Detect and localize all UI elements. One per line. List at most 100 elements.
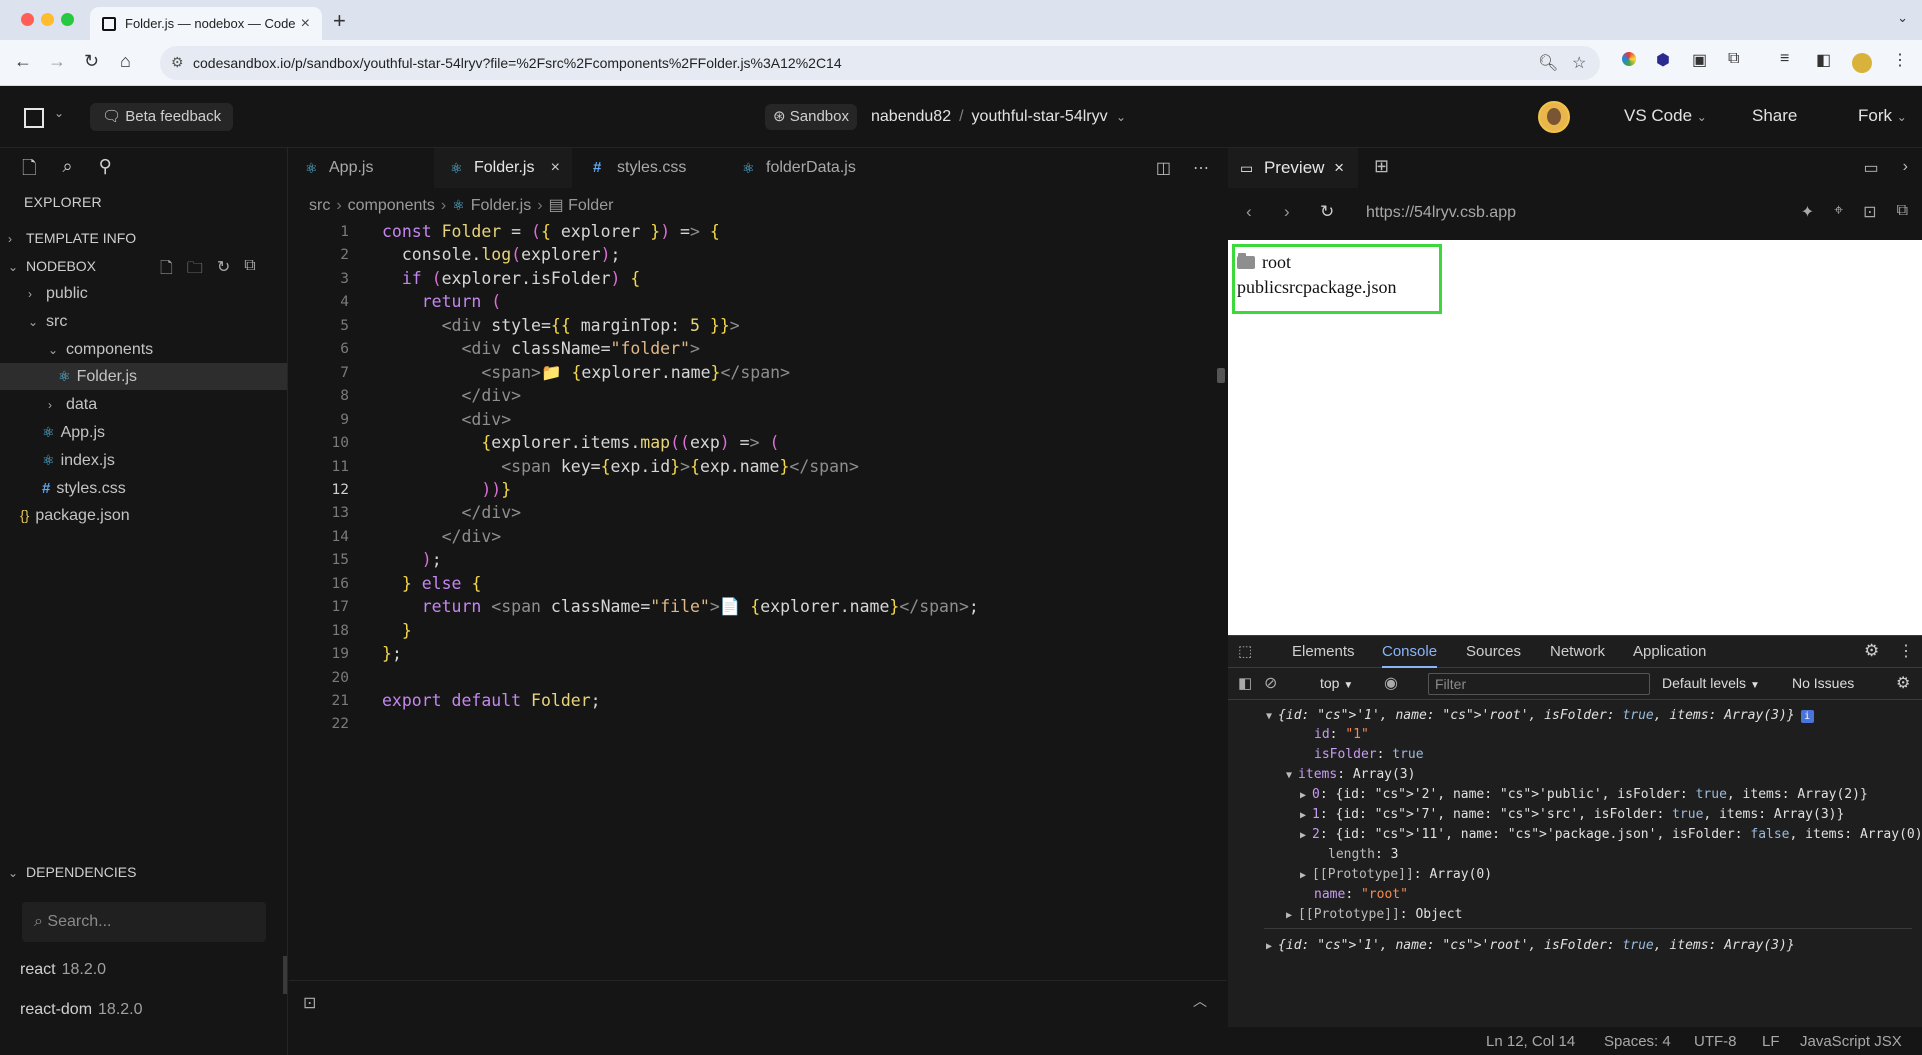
breadcrumb-item[interactable]: src [309,197,330,214]
more-actions-icon[interactable]: ⋯ [1193,158,1209,178]
site-info-icon[interactable]: ⚙ [171,54,184,71]
chevron-up-icon[interactable]: ︿ [1193,991,1207,1011]
clear-console-icon[interactable]: ⊘ [1264,673,1277,693]
preview-refresh-icon[interactable]: ↻ [1320,202,1334,222]
expanded-caret-icon[interactable]: ▼ [1286,770,1298,781]
close-tab-icon[interactable]: × [551,148,560,188]
collapsed-caret-icon[interactable]: ▶ [1266,941,1278,952]
browser-menu-icon[interactable]: ⋮ [1892,50,1908,70]
line-ending[interactable]: LF [1762,1033,1780,1050]
chevron-right-icon[interactable]: › [1903,158,1908,178]
language-mode[interactable]: JavaScript JSX [1800,1033,1902,1050]
tree-item[interactable]: › data [0,391,287,418]
breadcrumb-item[interactable]: Folder [568,197,613,214]
preview-back-icon[interactable]: ‹ [1246,202,1252,222]
close-window-button[interactable] [21,13,34,26]
encoding[interactable]: UTF-8 [1694,1033,1737,1050]
editor-tab[interactable]: ⚛ Folder.js × [434,148,572,188]
dependency-search-input[interactable]: ⌕ Search... [22,902,266,942]
console-icon[interactable]: ⊡ [1863,202,1876,222]
devtools-menu-icon[interactable]: ⋮ [1898,641,1914,661]
user-avatar[interactable] [1538,101,1570,133]
tab-list-chevron-icon[interactable]: ⌄ [1897,10,1908,26]
new-tab-button[interactable]: + [333,8,346,34]
editor-tab[interactable]: ⚛ folderData.js [726,148,888,188]
editor-scroll-thumb[interactable] [1217,368,1225,383]
collapsed-caret-icon[interactable]: ▶ [1300,870,1312,881]
reload-button[interactable]: ↻ [84,51,99,72]
console-filter-input[interactable]: Filter [1428,673,1650,695]
breadcrumb-item[interactable]: components [348,197,435,214]
cursor-position[interactable]: Ln 12, Col 14 [1486,1033,1575,1050]
close-tab-icon[interactable]: × [301,15,310,33]
close-preview-icon[interactable]: × [1334,148,1344,188]
devtools-settings-icon[interactable]: ⚙ [1864,641,1879,661]
log-levels-select[interactable]: Default levels ▼ [1662,675,1760,691]
project-title[interactable]: nabendu82 / youthful-star-54lryv ⌄ [871,108,1126,126]
editor-tab[interactable]: ⚛ App.js [289,148,429,188]
console-line[interactable]: ▶ 0: {id: "cs">'2', name: "cs">'public',… [1300,785,1868,805]
console-settings-icon[interactable]: ⚙ [1896,673,1910,693]
codesandbox-logo-icon[interactable] [24,108,44,128]
console-line[interactable]: ▶ [[Prototype]]: Object [1286,905,1462,925]
browser-tab[interactable]: Folder.js — nodebox — Code × [90,7,322,40]
devtools-tab-sources[interactable]: Sources [1466,636,1521,668]
split-editor-icon[interactable]: ◫ [1156,158,1171,178]
preview-tab[interactable]: ▭ Preview × [1228,148,1358,188]
tree-item[interactable]: ⌄ src [0,308,287,335]
collapsed-caret-icon[interactable]: ▶ [1300,790,1312,801]
back-button[interactable]: ← [14,51,32,72]
devtools-tab-network[interactable]: Network [1550,636,1605,668]
open-new-window-icon[interactable]: ⧉ [1897,202,1908,222]
dependency-item[interactable]: react 18.2.0 [20,961,106,979]
tree-item[interactable]: ⌄ components [0,336,287,363]
beta-feedback-button[interactable]: 🗨︎ Beta feedback [90,103,234,131]
preview-forward-icon[interactable]: › [1284,202,1290,222]
maximize-window-button[interactable] [61,13,74,26]
terminal-icon[interactable]: ⊡ [303,993,316,1013]
extension-square-icon[interactable]: ▣ [1692,50,1707,70]
template-info-section[interactable]: › TEMPLATE INFO [8,230,136,246]
sidepanel-icon[interactable]: ◧ [1816,50,1831,70]
devtools-tab-console[interactable]: Console [1382,636,1438,668]
console-sidebar-icon[interactable]: ◧ [1238,674,1252,692]
media-icon[interactable]: ≡ [1780,50,1789,68]
devtools-tab-elements[interactable]: Elements [1292,636,1355,668]
magic-wand-icon[interactable]: ✦ [1801,202,1814,222]
fork-button[interactable]: Fork ⌄ [1858,106,1907,126]
layout-icon[interactable]: ▭ [1864,158,1879,178]
home-button[interactable]: ⌂ [120,51,131,72]
logo-menu-chevron-icon[interactable]: ⌄ [54,106,64,120]
tree-item[interactable]: › public [0,280,287,307]
sidebar-scrollbar[interactable] [283,956,287,994]
expanded-caret-icon[interactable]: ▼ [1266,711,1278,722]
breadcrumb-item[interactable]: Folder.js [471,197,531,214]
console-line[interactable]: ▶ 1: {id: "cs">'7', name: "cs">'src', is… [1300,805,1844,825]
indentation[interactable]: Spaces: 4 [1604,1033,1671,1050]
files-icon[interactable]: 🗋 [22,156,36,186]
zoom-icon[interactable]: 🔍︎ [1538,53,1558,73]
add-panel-icon[interactable]: ⊞ [1374,156,1389,177]
tree-item[interactable]: {} package.json [0,502,287,529]
collapsed-caret-icon[interactable]: ▶ [1300,810,1312,821]
issues-count[interactable]: No Issues [1792,675,1854,691]
inspect-target-icon[interactable]: ⌖ [1834,202,1843,222]
console-line[interactable]: ▼ items: Array(3) [1286,765,1415,785]
address-bar[interactable]: ⚙ codesandbox.io/p/sandbox/youthful-star… [160,46,1600,80]
extension-color-icon[interactable] [1622,52,1636,66]
dependency-item[interactable]: react-dom 18.2.0 [20,1001,143,1019]
extensions-puzzle-icon[interactable]: ⧉ [1728,50,1739,68]
collapsed-caret-icon[interactable]: ▶ [1286,910,1298,921]
forward-button[interactable]: → [48,51,66,72]
inspect-element-icon[interactable]: ⬚ [1238,642,1252,660]
collapsed-caret-icon[interactable]: ▶ [1300,830,1312,841]
preview-url[interactable]: https://54lryv.csb.app [1366,204,1516,222]
bookmark-star-icon[interactable]: ☆ [1572,53,1586,73]
console-line[interactable]: ▶ {id: "cs">'1', name: "cs">'root', isFo… [1266,936,1795,956]
console-line[interactable]: ▶ 2: {id: "cs">'11', name: "cs">'package… [1300,825,1922,845]
share-button[interactable]: Share [1752,106,1797,126]
minimize-window-button[interactable] [41,13,54,26]
editor-tab[interactable]: # styles.css [577,148,721,188]
extension-hex-icon[interactable]: ⬢ [1656,50,1670,70]
tree-item[interactable]: # styles.css [0,475,287,502]
